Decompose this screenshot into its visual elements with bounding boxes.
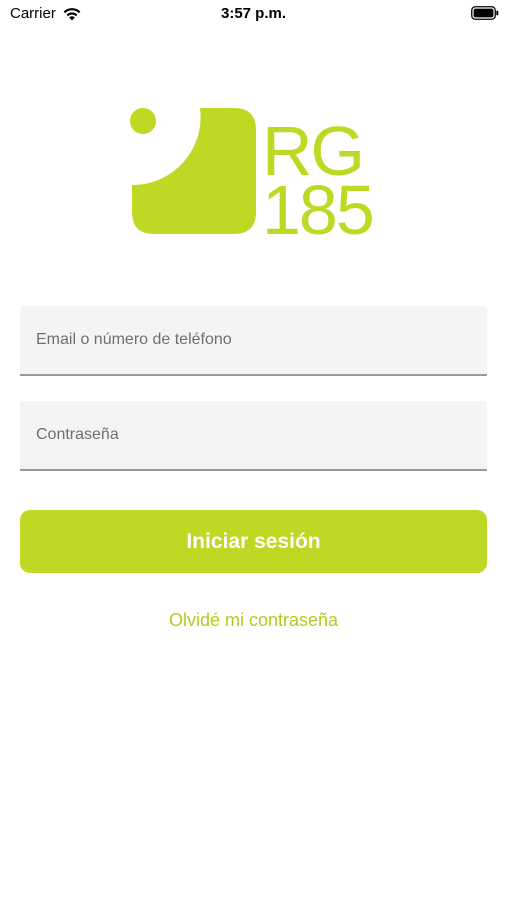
password-field[interactable] bbox=[20, 401, 487, 469]
status-bar: Carrier 3:57 p.m. bbox=[0, 0, 507, 28]
email-field-container bbox=[20, 306, 487, 376]
logo-text-185: 185 bbox=[262, 171, 373, 238]
logo-mark bbox=[130, 108, 256, 234]
password-field-container bbox=[20, 401, 487, 471]
forgot-password-link[interactable]: Olvidé mi contraseña bbox=[0, 610, 507, 631]
login-button[interactable]: Iniciar sesión bbox=[20, 510, 487, 573]
rg185-logo: RG 185 bbox=[130, 108, 375, 238]
status-time: 3:57 p.m. bbox=[220, 5, 287, 22]
email-field[interactable] bbox=[20, 306, 487, 374]
login-screen: Carrier 3:57 p.m. RG 185 Iniciar sesión … bbox=[0, 0, 507, 900]
battery-icon bbox=[471, 6, 499, 20]
